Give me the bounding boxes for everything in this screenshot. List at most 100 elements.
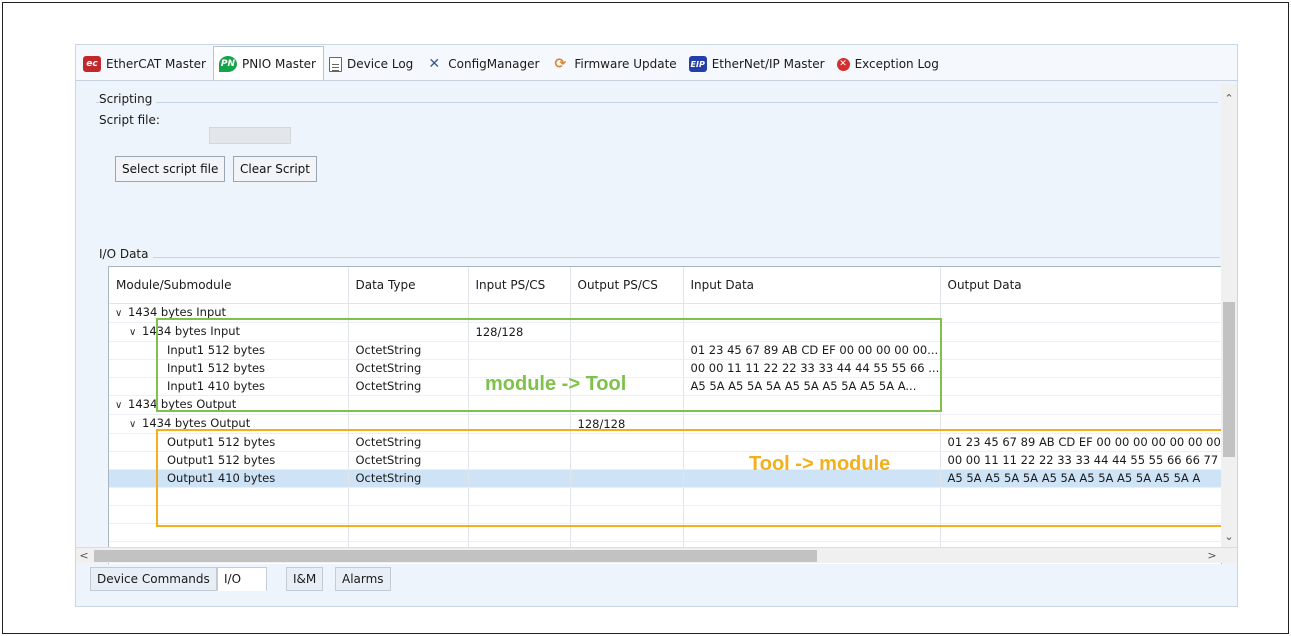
cell-module: ∨ 1434 bytes Output bbox=[109, 395, 349, 415]
tab-alarms[interactable]: Alarms bbox=[335, 567, 391, 591]
cell-input-pscs bbox=[468, 433, 571, 452]
table-row[interactable]: Output1 512 bytes OctetString 01 23 45 67 … bbox=[109, 433, 1221, 452]
select-script-file-button[interactable]: Select script file bbox=[115, 156, 226, 182]
column-header-data-type[interactable]: Data Type bbox=[348, 267, 469, 304]
cell-module bbox=[109, 523, 349, 542]
table-row[interactable]: Input1 512 bytes OctetString 00 00 11 11 2… bbox=[109, 359, 1221, 378]
cell-input-pscs bbox=[468, 395, 571, 415]
cell-data-type: OctetString bbox=[348, 359, 469, 378]
firmware-update-icon: ⟳ bbox=[554, 56, 567, 72]
cell-input-data bbox=[683, 487, 941, 506]
tab-pnio-master[interactable]: PN PNIO Master bbox=[213, 46, 324, 80]
tab-label: Firmware Update bbox=[574, 57, 677, 71]
table-row[interactable]: Output1 410 bytes OctetString A5 5A A5 5A … bbox=[109, 469, 1221, 488]
scroll-left-icon[interactable]: < bbox=[76, 548, 92, 563]
expand-toggle-icon[interactable]: ∨ bbox=[115, 397, 128, 414]
cell-input-pscs bbox=[468, 487, 571, 506]
column-header-output-data[interactable]: Output Data bbox=[940, 267, 1221, 304]
cell-input-data: 01 23 45 67 89 AB CD EF 00 00 00 00 00..… bbox=[683, 341, 941, 360]
cell-input-data bbox=[683, 433, 941, 452]
script-file-field[interactable] bbox=[209, 127, 291, 144]
cell-output-pscs bbox=[570, 303, 684, 323]
empty-table-row bbox=[109, 523, 1221, 542]
column-header-input-pscs[interactable]: Input PS/CS bbox=[468, 267, 571, 304]
tools-icon: ✕ bbox=[428, 56, 441, 72]
vertical-scroll-thumb[interactable] bbox=[1223, 302, 1235, 457]
horizontal-scroll-thumb[interactable] bbox=[94, 550, 817, 562]
horizontal-scrollbar[interactable]: < > bbox=[76, 547, 1237, 563]
tab-io[interactable]: I/O bbox=[217, 567, 267, 591]
cell-module: Input1 410 bytes bbox=[109, 377, 349, 396]
cell-data-type: OctetString bbox=[348, 377, 469, 396]
empty-table-row bbox=[109, 505, 1221, 524]
cell-output-data bbox=[940, 414, 1221, 434]
input-annotation-label: module -> Tool bbox=[485, 373, 627, 395]
row-label: Output1 512 bytes bbox=[167, 435, 276, 449]
tab-exception-log[interactable]: ✕ Exception Log bbox=[832, 48, 946, 80]
cell-data-type: OctetString bbox=[348, 451, 469, 470]
tab-label: Exception Log bbox=[854, 57, 939, 71]
cell-output-data bbox=[940, 395, 1221, 415]
script-file-label: Script file: bbox=[99, 113, 160, 127]
bottom-tab-bar: Device Commands I/O I&M Alarms bbox=[76, 564, 1237, 606]
cell-input-pscs bbox=[468, 451, 571, 470]
cell-output-pscs: 128/128 bbox=[570, 414, 684, 434]
tab-ethernetip-master[interactable]: EIP EtherNet/IP Master bbox=[684, 48, 832, 80]
cell-output-data: 01 23 45 67 89 AB CD EF 00 00 00 00 00 0… bbox=[940, 433, 1221, 452]
scroll-right-icon[interactable]: > bbox=[1204, 548, 1220, 563]
cell-input-pscs: 128/128 bbox=[468, 322, 571, 342]
cell-module: Input1 512 bytes bbox=[109, 341, 349, 360]
output-annotation-label: Tool -> module bbox=[749, 453, 891, 475]
scroll-down-icon[interactable]: ⌄ bbox=[1221, 530, 1237, 543]
tab-im[interactable]: I&M bbox=[286, 567, 324, 591]
table-row[interactable]: Input1 512 bytes OctetString 01 23 45 67 8… bbox=[109, 341, 1221, 360]
tab-label: PNIO Master bbox=[242, 56, 316, 71]
scroll-up-icon[interactable]: ⌃ bbox=[1221, 92, 1237, 105]
column-header-input-data[interactable]: Input Data bbox=[683, 267, 941, 304]
cell-data-type: OctetString bbox=[348, 341, 469, 360]
table-header-row: Module/Submodule Data Type Input PS/CS O… bbox=[109, 267, 1221, 304]
table-row[interactable]: Output1 512 bytes OctetString 00 00 11 11 … bbox=[109, 451, 1221, 470]
io-data-table: Module/Submodule Data Type Input PS/CS O… bbox=[109, 267, 1221, 560]
cell-module: ∨ 1434 bytes Input bbox=[109, 303, 349, 323]
cell-data-type: OctetString bbox=[348, 433, 469, 452]
vertical-scrollbar[interactable]: ⌃ ⌄ bbox=[1221, 84, 1237, 552]
tab-config-manager[interactable]: ✕ ConfigManager bbox=[420, 48, 546, 80]
column-header-output-pscs[interactable]: Output PS/CS bbox=[570, 267, 684, 304]
cell-input-pscs bbox=[468, 505, 571, 524]
column-header-module[interactable]: Module/Submodule bbox=[109, 267, 349, 304]
table-body: ∨ 1434 bytes Input ∨ 1434 bytes Input 128/12… bbox=[109, 303, 1221, 560]
io-data-group-rule bbox=[102, 257, 1220, 258]
expand-toggle-icon[interactable]: ∨ bbox=[129, 416, 142, 433]
io-data-grid: Module/Submodule Data Type Input PS/CS O… bbox=[108, 266, 1222, 586]
tab-label: ConfigManager bbox=[448, 57, 540, 71]
row-label: 1434 bytes Output bbox=[128, 397, 237, 411]
row-label: Output1 512 bytes bbox=[167, 453, 276, 467]
expand-toggle-icon[interactable]: ∨ bbox=[115, 305, 128, 322]
clear-script-button[interactable]: Clear Script bbox=[233, 156, 318, 182]
cell-output-data: A5 5A A5 5A 5A A5 5A A5 5A A5 5A A5 5A A bbox=[940, 469, 1221, 488]
clipboard-icon bbox=[329, 56, 342, 72]
expand-toggle-icon[interactable]: ∨ bbox=[129, 324, 142, 341]
tab-device-log[interactable]: Device Log bbox=[324, 48, 420, 80]
row-label: 1434 bytes Output bbox=[142, 416, 251, 430]
tab-device-commands[interactable]: Device Commands bbox=[90, 567, 217, 591]
cell-output-data bbox=[940, 322, 1221, 342]
table-row[interactable]: ∨ 1434 bytes Output bbox=[109, 395, 1221, 415]
table-row[interactable]: ∨ 1434 bytes Input 128/128 bbox=[109, 322, 1221, 342]
row-label: 1434 bytes Input bbox=[128, 305, 227, 319]
cell-input-data: A5 5A A5 5A 5A A5 5A A5 5A A5 5A A... bbox=[683, 377, 941, 396]
table-row[interactable]: ∨ 1434 bytes Output 128/128 bbox=[109, 414, 1221, 434]
cell-input-data bbox=[683, 414, 941, 434]
ethercat-icon: ec bbox=[83, 56, 101, 72]
table-row[interactable]: Input1 410 bytes OctetString A5 5A A5 5A 5… bbox=[109, 377, 1221, 396]
cell-output-pscs bbox=[570, 322, 684, 342]
tab-label: EtherCAT Master bbox=[106, 57, 206, 71]
tab-firmware-update[interactable]: ⟳ Firmware Update bbox=[546, 48, 683, 80]
table-row[interactable]: ∨ 1434 bytes Input bbox=[109, 303, 1221, 323]
cell-output-pscs bbox=[570, 523, 684, 542]
cell-input-data bbox=[683, 322, 941, 342]
cell-data-type bbox=[348, 322, 469, 342]
cell-input-pscs bbox=[468, 523, 571, 542]
tab-ethercat-master[interactable]: ec EtherCAT Master bbox=[78, 48, 213, 80]
